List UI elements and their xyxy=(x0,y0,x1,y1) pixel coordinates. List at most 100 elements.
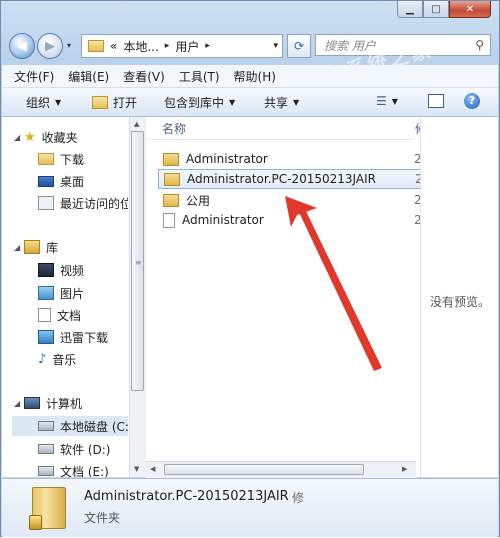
file-name: 公用 xyxy=(186,193,211,208)
search-icon[interactable]: ⚲ xyxy=(475,38,484,52)
help-icon: ? xyxy=(464,93,480,109)
preview-pane-button[interactable] xyxy=(428,94,444,108)
sidebar-item-label: 最近访问的位 xyxy=(60,196,128,211)
scrollbar-thumb[interactable] xyxy=(164,464,364,475)
sidebar-section-computer[interactable]: ◢ 计算机 xyxy=(14,393,82,413)
sidebar-item-label: 库 xyxy=(46,240,59,255)
sidebar-item-label: 迅雷下载 xyxy=(60,330,109,345)
address-dropdown[interactable]: ▾ xyxy=(273,41,278,51)
sidebar-item-desktop[interactable]: 桌面 xyxy=(38,171,84,191)
menu-tools[interactable]: 工具(T) xyxy=(179,68,220,85)
explorer-window: ▁ □ ✕ ◀ ▶ ▾ « 本地... ▸ 用户 ▸ ▾ ⟳ 搜索 用户 ⚲ 系… xyxy=(0,0,500,537)
scroll-left-icon[interactable]: ◀ xyxy=(150,465,155,473)
sidebar-item-recent-places[interactable]: 最近访问的位 xyxy=(38,193,128,213)
menu-help[interactable]: 帮助(H) xyxy=(234,68,276,85)
minimize-button[interactable]: ▁ xyxy=(397,1,423,18)
hard-drive-icon xyxy=(38,444,54,454)
forward-button[interactable]: ▶ xyxy=(37,33,63,59)
address-bar[interactable]: « 本地... ▸ 用户 ▸ ▾ xyxy=(81,34,283,58)
sidebar-item-videos[interactable]: 视频 xyxy=(38,260,84,280)
expand-icon[interactable]: ◢ xyxy=(14,243,24,252)
chevron-down-icon: ▼ xyxy=(391,96,398,106)
sidebar-item-music[interactable]: ♪ 音乐 xyxy=(38,349,76,369)
share-button[interactable]: 共享 ▼ xyxy=(264,94,299,111)
sidebar-item-documents[interactable]: 文档 xyxy=(38,305,81,325)
file-list: 名称 Administrator 20 Administrator.PC-201… xyxy=(146,117,430,477)
menu-view[interactable]: 查看(V) xyxy=(123,68,165,85)
close-button[interactable]: ✕ xyxy=(449,1,491,18)
maximize-button[interactable]: □ xyxy=(423,1,449,18)
details-pane: Administrator.PC-20150213JAIR 修 文件夹 xyxy=(2,478,498,537)
scroll-right-icon[interactable]: ▶ xyxy=(402,465,407,473)
organize-label: 组织 xyxy=(26,96,51,110)
sidebar-item-label: 桌面 xyxy=(60,174,85,189)
file-row-selected[interactable]: Administrator.PC-20150213JAIR 20 xyxy=(158,169,430,189)
file-row[interactable]: Administrator 20 xyxy=(158,210,429,230)
organize-button[interactable]: 组织 ▼ xyxy=(26,94,61,111)
breadcrumb-separator[interactable]: ▸ xyxy=(205,41,210,51)
sidebar-item-software-d[interactable]: 软件 (D:) xyxy=(38,439,110,459)
locked-folder-icon xyxy=(164,172,180,186)
breadcrumb-separator[interactable]: ▸ xyxy=(165,41,170,51)
caption-buttons: ▁ □ ✕ xyxy=(397,1,491,18)
column-header-name[interactable]: 名称 xyxy=(162,120,186,137)
recent-places-icon xyxy=(38,196,54,210)
sidebar-item-downloads[interactable]: 下载 xyxy=(38,149,84,169)
sidebar-section-favorites[interactable]: ◢ ★ 收藏夹 xyxy=(14,127,78,147)
document-icon xyxy=(38,308,51,322)
expand-icon[interactable]: ◢ xyxy=(14,133,24,142)
file-name: Administrator.PC-20150213JAIR xyxy=(187,172,376,186)
locked-folder-icon xyxy=(163,152,179,166)
thunder-download-icon xyxy=(38,330,54,344)
sidebar-item-documents-e[interactable]: 文档 (E:) xyxy=(38,461,109,477)
details-modified-label: 修 xyxy=(292,491,305,505)
grip-icon: ≡ xyxy=(135,258,142,267)
breadcrumb-users[interactable]: 用户 xyxy=(175,38,199,55)
scrollbar-thumb[interactable]: ≡ xyxy=(131,131,144,391)
menu-file[interactable]: 文件(F) xyxy=(14,68,54,85)
open-button[interactable]: 打开 xyxy=(92,94,137,111)
navigation-scrollbar[interactable]: ▲ ≡ ▼ xyxy=(129,117,147,477)
file-icon xyxy=(163,212,175,228)
desktop-icon xyxy=(38,175,54,187)
refresh-icon: ⟳ xyxy=(293,39,305,53)
sidebar-item-thunder-downloads[interactable]: 迅雷下载 xyxy=(38,327,108,347)
sidebar-item-label: 音乐 xyxy=(52,352,77,367)
breadcrumb-local-disk[interactable]: 本地... xyxy=(123,38,158,55)
pictures-icon xyxy=(38,286,54,300)
scroll-down-icon[interactable]: ▼ xyxy=(134,465,139,473)
address-overflow[interactable]: « xyxy=(110,39,117,53)
library-icon xyxy=(24,240,40,254)
sidebar-item-label: 本地磁盘 (C:) xyxy=(60,419,128,434)
sidebar-item-label: 下载 xyxy=(60,152,85,167)
recent-pages-dropdown[interactable]: ▾ xyxy=(67,41,71,50)
sidebar-item-label: 文档 (E:) xyxy=(60,464,109,478)
folder-icon xyxy=(163,193,179,207)
content-area: ◢ ★ 收藏夹 下载 桌面 最近访问的位 ◢ 库 视频 图片 文档 迅雷下载 ♪… xyxy=(2,117,498,478)
sidebar-item-label: 软件 (D:) xyxy=(60,442,111,457)
file-name: Administrator xyxy=(182,213,264,227)
file-row[interactable]: Administrator 20 xyxy=(158,149,429,169)
sidebar-item-local-disk-c[interactable]: 本地磁盘 (C:) xyxy=(12,416,128,436)
refresh-button[interactable]: ⟳ xyxy=(287,34,311,58)
share-label: 共享 xyxy=(264,96,289,110)
sidebar-item-label: 视频 xyxy=(60,263,85,278)
expand-icon[interactable]: ◢ xyxy=(14,399,24,408)
file-row[interactable]: 公用 20 xyxy=(158,190,429,210)
sidebar-item-pictures[interactable]: 图片 xyxy=(38,283,84,303)
command-bar: 组织 ▼ 打开 包含到库中 ▼ 共享 ▼ ☰ ▼ ? xyxy=(2,88,498,117)
help-button[interactable]: ? xyxy=(464,93,480,109)
menu-edit[interactable]: 编辑(E) xyxy=(68,68,109,85)
file-name: Administrator xyxy=(186,152,268,166)
open-folder-icon xyxy=(92,96,108,109)
scroll-up-icon[interactable]: ▲ xyxy=(134,120,139,128)
back-button[interactable]: ◀ xyxy=(9,33,35,59)
sidebar-item-label: 图片 xyxy=(60,286,85,301)
file-list-horizontal-scrollbar[interactable]: ◀ ▶ xyxy=(146,461,416,478)
star-icon: ★ xyxy=(24,129,36,145)
navigation-pane: ◢ ★ 收藏夹 下载 桌面 最近访问的位 ◢ 库 视频 图片 文档 迅雷下载 ♪… xyxy=(2,117,128,477)
include-in-library-button[interactable]: 包含到库中 ▼ xyxy=(164,94,235,111)
view-options-button[interactable]: ☰ ▼ xyxy=(376,94,398,108)
sidebar-section-libraries[interactable]: ◢ 库 xyxy=(14,237,58,257)
chevron-down-icon: ▼ xyxy=(229,98,236,107)
